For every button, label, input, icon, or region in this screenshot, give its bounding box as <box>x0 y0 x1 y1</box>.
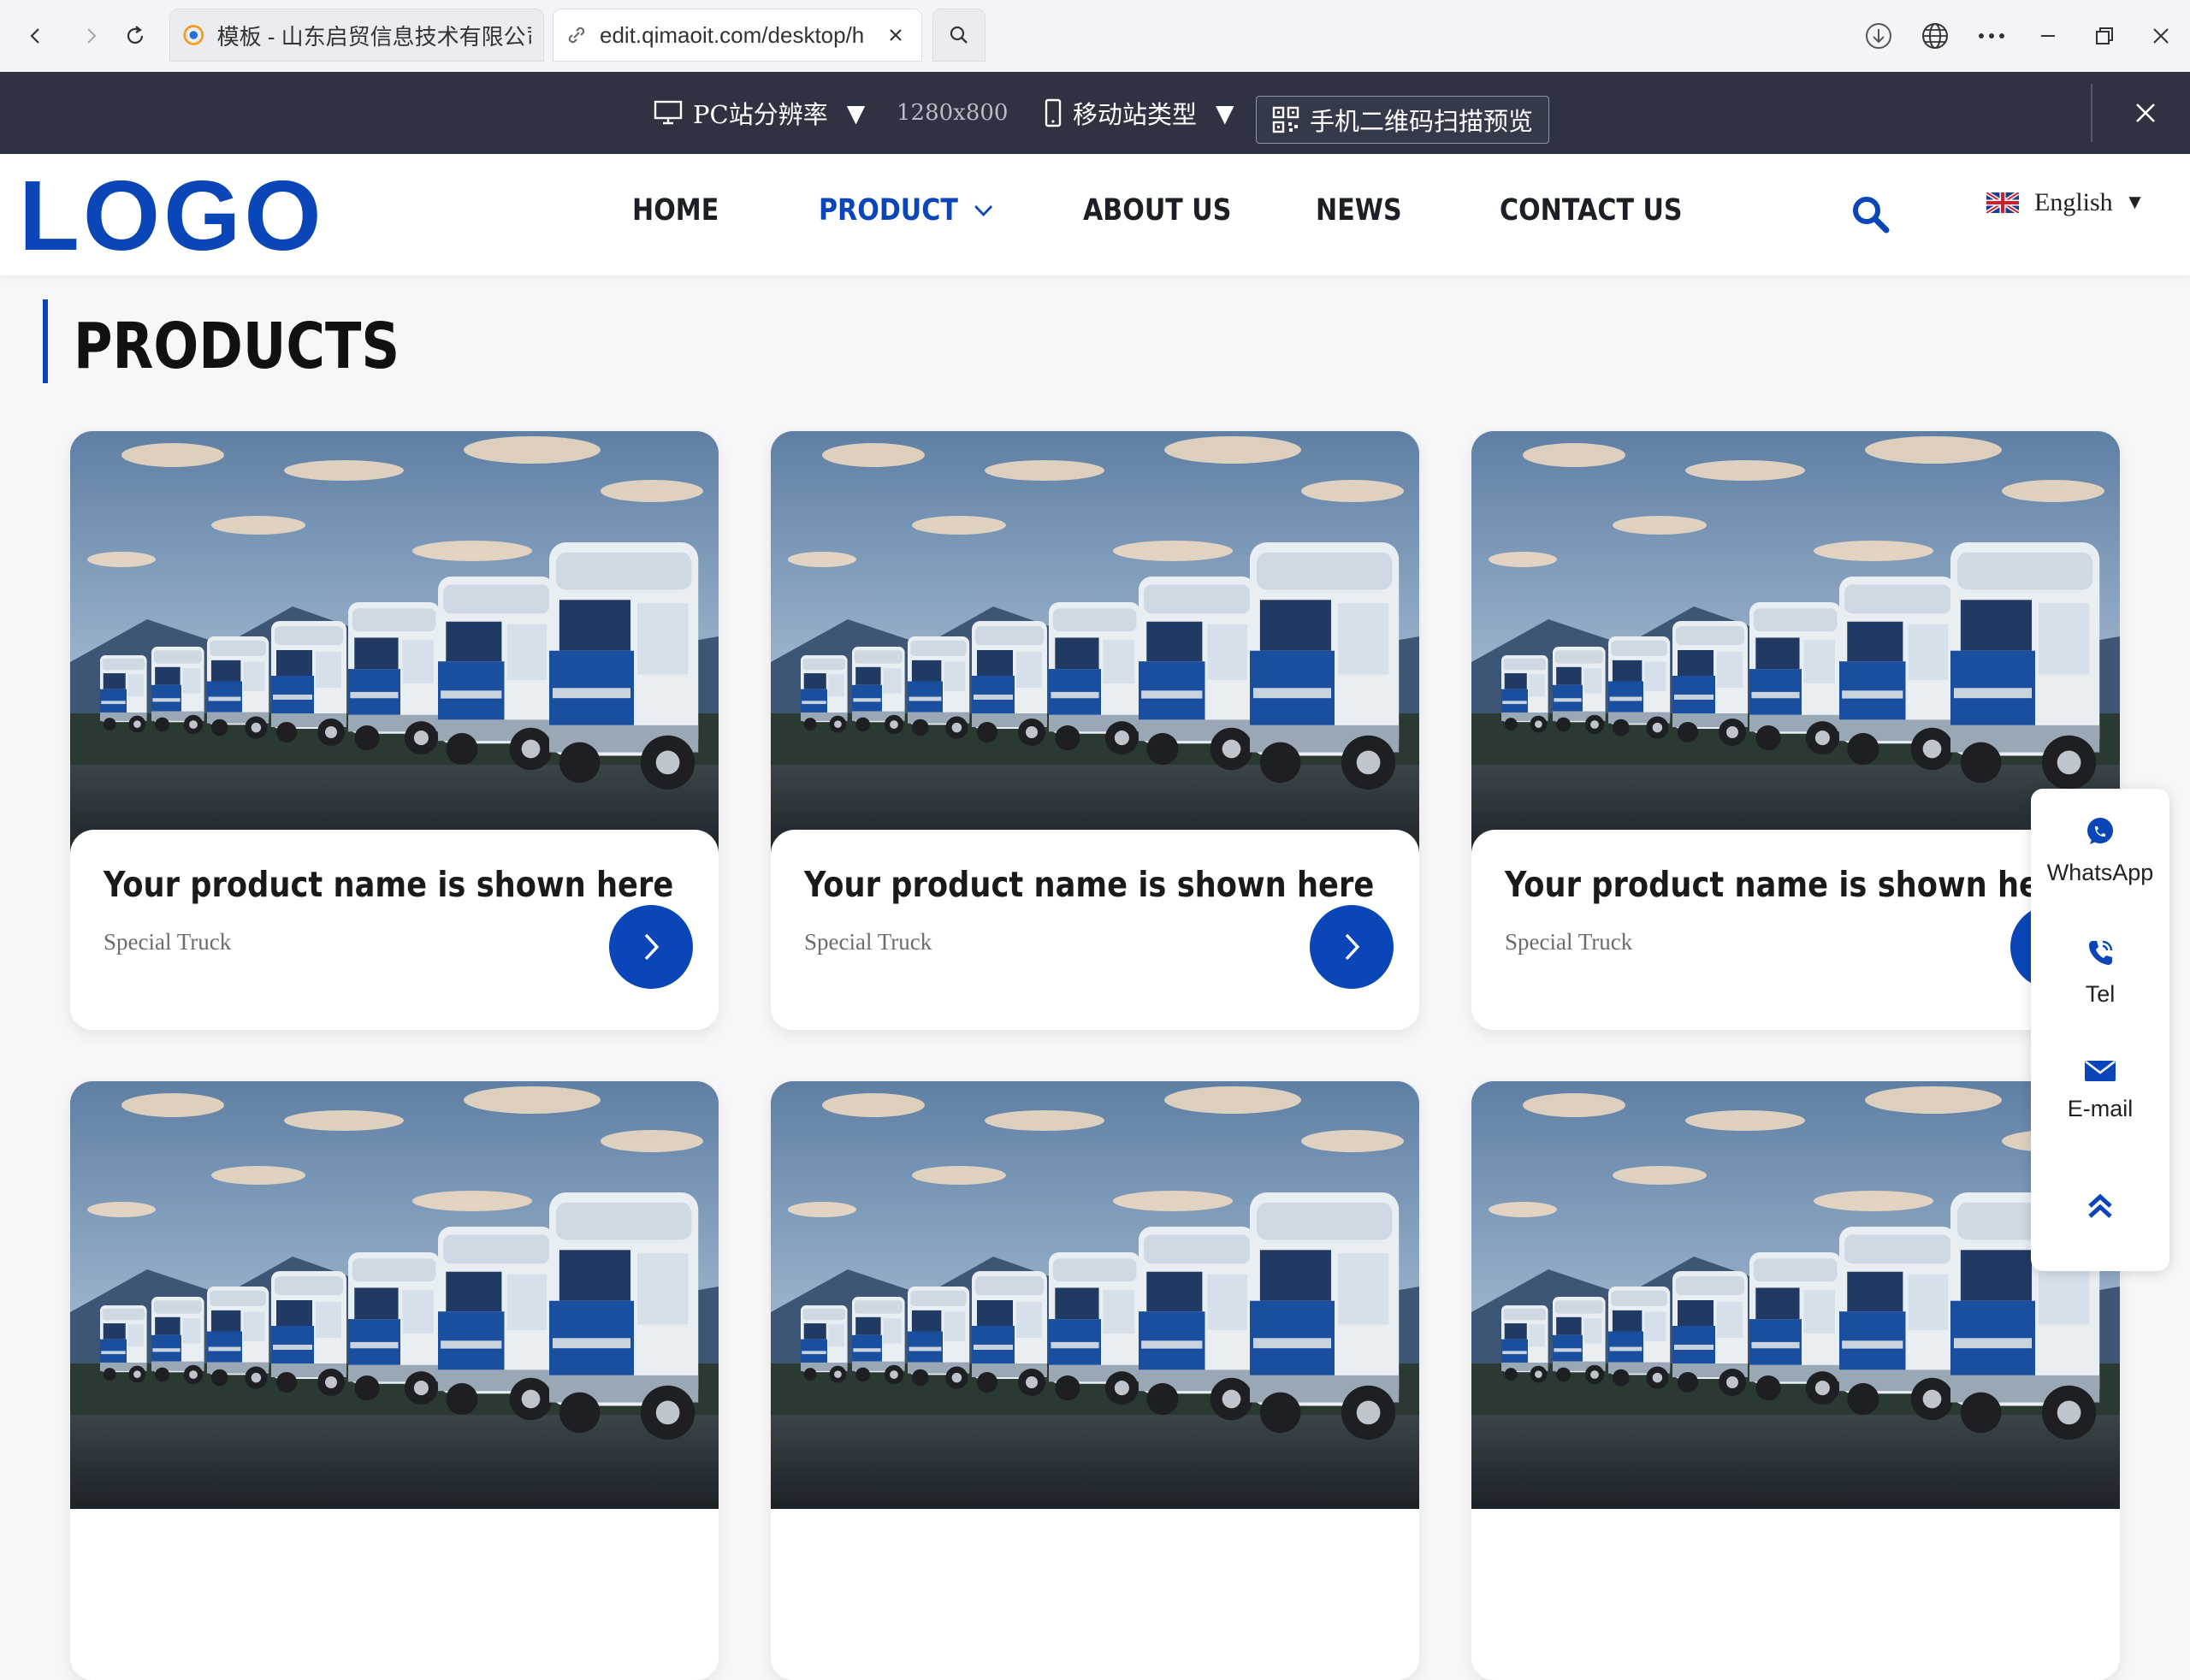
tab-editor[interactable]: edit.qimaoit.com/desktop/h <box>553 9 922 62</box>
product-info: Your product name is shown here Special … <box>771 830 1419 1030</box>
product-info: Your product name is shown here Special … <box>70 830 719 1030</box>
nav-product[interactable]: PRODUCT <box>819 193 995 228</box>
forward-arrow-icon <box>87 28 97 44</box>
floating-contact-panel: WhatsApp Tel E-mail <box>2031 789 2169 1271</box>
phone-icon <box>2089 940 2113 965</box>
email-button[interactable]: E-mail <box>2031 1059 2169 1122</box>
back-to-top-button[interactable] <box>2031 1191 2169 1226</box>
pc-resolution-dropdown[interactable]: PC站分辨率 ▼ <box>654 98 866 129</box>
reload-button[interactable] <box>118 19 152 53</box>
mobile-phone-icon <box>1045 98 1062 127</box>
tel-label: Tel <box>2085 981 2116 1007</box>
product-image <box>70 1081 719 1509</box>
qr-code-icon <box>1272 106 1299 133</box>
ellipsis-icon <box>1979 33 2004 38</box>
search-icon <box>1853 197 1890 234</box>
product-image <box>1471 431 2120 859</box>
page-title-block: PRODUCTS <box>43 299 400 383</box>
close-tab-icon[interactable] <box>884 23 908 47</box>
resolution-value: 1280x800 <box>897 100 1009 126</box>
nav-product-label: PRODUCT <box>819 193 958 228</box>
nav-contact-us[interactable]: CONTACT US <box>1500 193 1683 228</box>
mobile-type-dropdown[interactable]: 移动站类型 ▼ <box>1044 98 1234 129</box>
tab-title: 模板 - 山东启贸信息技术有限公司 <box>216 23 531 50</box>
product-image <box>1471 1081 2120 1509</box>
link-icon <box>568 27 585 44</box>
email-label: E-mail <box>2067 1096 2134 1121</box>
reload-icon <box>127 26 144 44</box>
language-label: English <box>2034 188 2113 216</box>
close-toolbar-button[interactable] <box>2127 94 2164 132</box>
nav-about-us[interactable]: ABOUT US <box>1083 193 1231 228</box>
site-logo[interactable]: LOGO <box>19 164 325 267</box>
product-detail-button[interactable] <box>1310 905 1394 989</box>
back-to-top-icon <box>2088 1193 2112 1218</box>
tab-template[interactable]: 模板 - 山东启贸信息技术有限公司 <box>169 9 544 62</box>
product-image <box>771 1081 1419 1509</box>
language-selector[interactable]: English ▼ <box>1986 188 2145 217</box>
download-icon <box>1866 23 1891 49</box>
more-menu-button[interactable] <box>1974 19 2009 53</box>
close-icon <box>2136 104 2155 122</box>
dropdown-arrow-icon: ▼ <box>846 98 866 127</box>
editor-toolbar: PC站分辨率 ▼ 1280x800 移动站类型 ▼ 手机二维码扫描预览 <box>0 72 2190 154</box>
back-button[interactable] <box>19 19 53 53</box>
product-name[interactable]: Your product name is shown here <box>104 864 673 905</box>
qr-preview-button[interactable]: 手机二维码扫描预览 <box>1256 96 1550 144</box>
chevron-right-icon <box>1345 933 1360 961</box>
tab-title: edit.qimaoit.com/desktop/h <box>600 21 865 48</box>
toolbar-divider <box>2091 84 2092 142</box>
product-name[interactable]: Your product name is shown here <box>804 864 1374 905</box>
close-window-button[interactable] <box>2144 19 2178 53</box>
tel-button[interactable]: Tel <box>2031 938 2169 1008</box>
tab-search[interactable] <box>932 9 986 62</box>
product-info: Your product name is shown here Special … <box>1471 830 2120 1030</box>
browser-chrome: 模板 - 山东启贸信息技术有限公司 edit.qimaoit.com/deskt… <box>0 0 2190 73</box>
product-card[interactable] <box>70 1081 719 1680</box>
restore-window-button[interactable] <box>2087 19 2122 53</box>
translate-button[interactable] <box>1918 19 1952 53</box>
product-category: Special Truck <box>804 929 932 955</box>
product-image <box>70 431 719 859</box>
minimize-icon <box>2041 35 2055 37</box>
mobile-type-label: 移动站类型 <box>1073 100 1198 129</box>
uk-flag-icon <box>1986 192 2019 213</box>
dropdown-arrow-icon: ▼ <box>2124 191 2146 214</box>
product-card[interactable]: Your product name is shown here Special … <box>771 431 1419 1030</box>
product-card[interactable] <box>771 1081 1419 1680</box>
product-category: Special Truck <box>104 929 232 955</box>
product-name[interactable]: Your product name is shown here <box>1505 864 2075 905</box>
restore-icon <box>2096 27 2113 44</box>
product-card[interactable]: Your product name is shown here Special … <box>70 431 719 1030</box>
page-title: PRODUCTS <box>74 310 400 383</box>
search-icon <box>950 26 968 44</box>
close-icon <box>2153 28 2169 44</box>
chevron-down-icon <box>974 204 993 217</box>
site-header: LOGO HOME PRODUCT ABOUT US NEWS CONTACT … <box>0 154 2190 275</box>
desktop-icon <box>654 100 683 125</box>
back-arrow-icon <box>30 28 39 44</box>
nav-home[interactable]: HOME <box>632 193 719 228</box>
product-card[interactable]: Your product name is shown here Special … <box>1471 431 2120 1030</box>
dropdown-arrow-icon: ▼ <box>1216 98 1234 127</box>
product-category: Special Truck <box>1505 929 1633 955</box>
minimize-window-button[interactable] <box>2031 19 2065 53</box>
pc-resolution-label: PC站分辨率 <box>693 100 828 129</box>
globe-icon <box>1922 23 1948 49</box>
whatsapp-icon <box>2087 818 2113 844</box>
whatsapp-label: WhatsApp <box>2046 860 2154 885</box>
product-detail-button[interactable] <box>609 905 693 989</box>
product-image <box>771 431 1419 859</box>
chevron-right-icon <box>644 933 660 961</box>
site-favicon-icon <box>183 25 204 45</box>
whatsapp-button[interactable]: WhatsApp <box>2031 816 2169 886</box>
forward-button[interactable] <box>74 19 108 53</box>
qr-preview-label: 手机二维码扫描预览 <box>1310 107 1534 136</box>
nav-news[interactable]: NEWS <box>1316 193 1402 228</box>
mail-icon <box>2085 1060 2116 1081</box>
downloads-button[interactable] <box>1862 19 1896 53</box>
site-search-button[interactable] <box>1850 193 1891 239</box>
product-card[interactable] <box>1471 1081 2120 1680</box>
